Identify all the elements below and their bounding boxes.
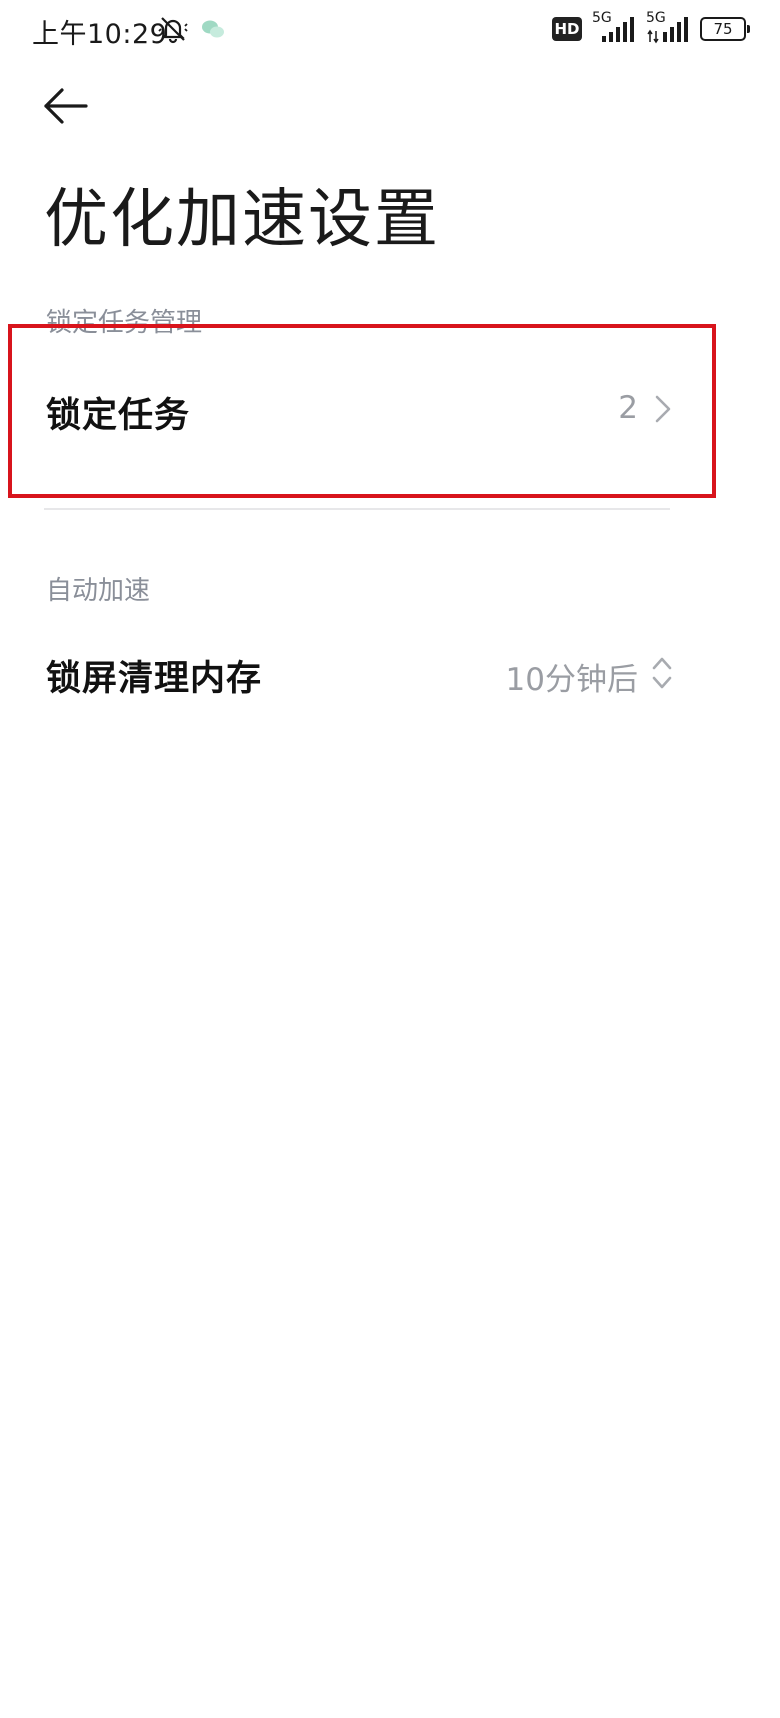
lock-tasks-title: 锁定任务 bbox=[46, 396, 191, 436]
wechat-icon bbox=[202, 20, 224, 38]
lock-tasks-count: 2 bbox=[618, 390, 638, 426]
lock-tasks-row[interactable]: 锁定任务 2 bbox=[0, 332, 780, 482]
battery-icon: 75 bbox=[700, 17, 750, 41]
status-time: 上午10:29 bbox=[32, 19, 168, 50]
arrow-left-icon bbox=[44, 88, 88, 124]
back-button[interactable] bbox=[40, 82, 94, 130]
status-bar: 上午10:29 HD 5G 5G 75 bbox=[0, 0, 780, 62]
signal-1-icon: 5G bbox=[592, 10, 636, 44]
screen-lock-clean-memory-value: 10分钟后 bbox=[505, 662, 638, 698]
chevron-right-icon bbox=[655, 395, 671, 423]
signal-2-icon: 5G bbox=[646, 10, 690, 44]
screen-lock-clean-memory-row[interactable]: 锁屏清理内存 10分钟后 bbox=[0, 600, 780, 740]
status-right-icons: HD 5G 5G 75 bbox=[552, 10, 750, 44]
screen-lock-clean-memory-title: 锁屏清理内存 bbox=[46, 659, 263, 699]
page-title: 优化加速设置 bbox=[44, 183, 440, 257]
notification-muted-icon bbox=[158, 17, 188, 44]
status-left-icons bbox=[158, 14, 226, 44]
divider bbox=[44, 508, 670, 510]
hd-voice-icon: HD bbox=[552, 17, 582, 41]
settings-screen: 上午10:29 HD 5G 5G 75 优化加速设置 锁定任务管理 锁定任务 2… bbox=[0, 0, 780, 1718]
up-down-icon bbox=[652, 657, 672, 689]
